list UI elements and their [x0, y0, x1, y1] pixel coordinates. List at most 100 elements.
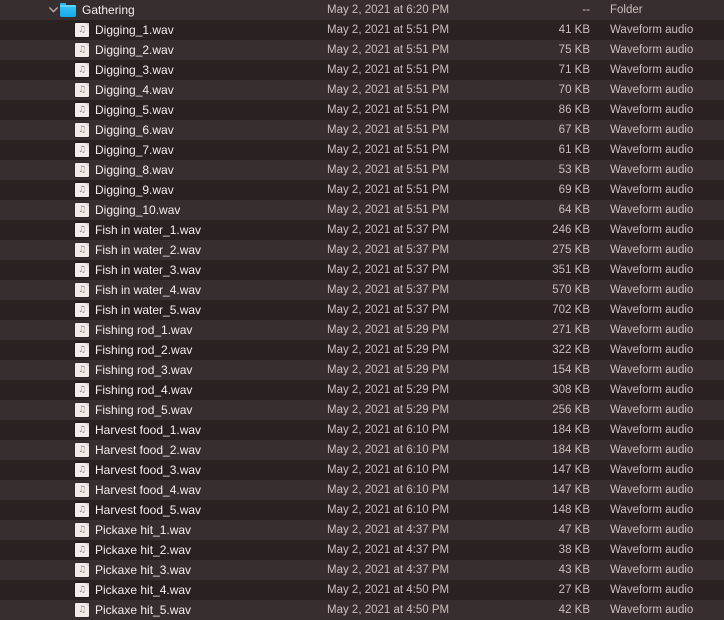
cell-name: ♫Pickaxe hit_3.wav [0, 560, 327, 580]
table-row[interactable]: ♫Fish in water_3.wavMay 2, 2021 at 5:37 … [0, 260, 724, 280]
file-name-label: Pickaxe hit_1.wav [95, 520, 191, 540]
chevron-down-icon[interactable] [46, 0, 60, 20]
cell-name: ♫Fish in water_5.wav [0, 300, 327, 320]
cell-name: ♫Fish in water_4.wav [0, 280, 327, 300]
cell-kind: Waveform audio [590, 600, 693, 620]
audio-file-icon: ♫ [75, 183, 89, 197]
cell-size: 271 KB [527, 320, 590, 340]
table-row[interactable]: ♫Digging_5.wavMay 2, 2021 at 5:51 PM86 K… [0, 100, 724, 120]
cell-date-modified: May 2, 2021 at 6:10 PM [327, 440, 527, 460]
cell-date-modified: May 2, 2021 at 6:10 PM [327, 420, 527, 440]
table-row[interactable]: ♫Fishing rod_4.wavMay 2, 2021 at 5:29 PM… [0, 380, 724, 400]
cell-kind: Waveform audio [590, 580, 693, 600]
audio-file-icon: ♫ [75, 503, 89, 517]
cell-date-modified: May 2, 2021 at 5:51 PM [327, 160, 527, 180]
file-name-label: Fish in water_1.wav [95, 220, 201, 240]
table-row[interactable]: ♫Harvest food_2.wavMay 2, 2021 at 6:10 P… [0, 440, 724, 460]
audio-file-icon: ♫ [75, 363, 89, 377]
cell-size: 184 KB [527, 440, 590, 460]
table-row[interactable]: ♫Fish in water_1.wavMay 2, 2021 at 5:37 … [0, 220, 724, 240]
cell-name: ♫Fishing rod_5.wav [0, 400, 327, 420]
cell-date-modified: May 2, 2021 at 5:51 PM [327, 60, 527, 80]
table-row[interactable]: ♫Pickaxe hit_3.wavMay 2, 2021 at 4:37 PM… [0, 560, 724, 580]
table-row[interactable]: ♫Harvest food_3.wavMay 2, 2021 at 6:10 P… [0, 460, 724, 480]
table-row[interactable]: ♫Pickaxe hit_1.wavMay 2, 2021 at 4:37 PM… [0, 520, 724, 540]
cell-size: 38 KB [527, 540, 590, 560]
audio-file-icon: ♫ [75, 423, 89, 437]
cell-kind: Waveform audio [590, 460, 693, 480]
table-row-folder[interactable]: GatheringMay 2, 2021 at 6:20 PM--Folder [0, 0, 724, 20]
cell-size: 43 KB [527, 560, 590, 580]
cell-date-modified: May 2, 2021 at 5:51 PM [327, 40, 527, 60]
table-row[interactable]: ♫Fish in water_5.wavMay 2, 2021 at 5:37 … [0, 300, 724, 320]
table-row[interactable]: ♫Digging_2.wavMay 2, 2021 at 5:51 PM75 K… [0, 40, 724, 60]
table-row[interactable]: ♫Digging_1.wavMay 2, 2021 at 5:51 PM41 K… [0, 20, 724, 40]
cell-name: ♫Harvest food_5.wav [0, 500, 327, 520]
cell-date-modified: May 2, 2021 at 6:10 PM [327, 500, 527, 520]
audio-file-icon: ♫ [75, 343, 89, 357]
cell-kind: Waveform audio [590, 560, 693, 580]
table-row[interactable]: ♫Fish in water_2.wavMay 2, 2021 at 5:37 … [0, 240, 724, 260]
file-name-label: Pickaxe hit_5.wav [95, 600, 191, 620]
file-name-label: Fish in water_3.wav [95, 260, 201, 280]
table-row[interactable]: ♫Digging_7.wavMay 2, 2021 at 5:51 PM61 K… [0, 140, 724, 160]
file-name-label: Fishing rod_2.wav [95, 340, 192, 360]
cell-date-modified: May 2, 2021 at 6:10 PM [327, 460, 527, 480]
table-row[interactable]: ♫Fishing rod_3.wavMay 2, 2021 at 5:29 PM… [0, 360, 724, 380]
finder-file-list[interactable]: GatheringMay 2, 2021 at 6:20 PM--Folder♫… [0, 0, 724, 620]
cell-name: ♫Harvest food_3.wav [0, 460, 327, 480]
cell-kind: Waveform audio [590, 80, 693, 100]
cell-kind: Waveform audio [590, 180, 693, 200]
cell-size: 322 KB [527, 340, 590, 360]
cell-size: 61 KB [527, 140, 590, 160]
cell-date-modified: May 2, 2021 at 5:51 PM [327, 180, 527, 200]
table-row[interactable]: ♫Digging_6.wavMay 2, 2021 at 5:51 PM67 K… [0, 120, 724, 140]
cell-name: ♫Digging_5.wav [0, 100, 327, 120]
audio-file-icon: ♫ [75, 23, 89, 37]
file-name-label: Fish in water_4.wav [95, 280, 201, 300]
table-row[interactable]: ♫Harvest food_5.wavMay 2, 2021 at 6:10 P… [0, 500, 724, 520]
table-row[interactable]: ♫Digging_4.wavMay 2, 2021 at 5:51 PM70 K… [0, 80, 724, 100]
cell-size: 351 KB [527, 260, 590, 280]
cell-date-modified: May 2, 2021 at 5:29 PM [327, 400, 527, 420]
table-row[interactable]: ♫Fishing rod_5.wavMay 2, 2021 at 5:29 PM… [0, 400, 724, 420]
table-row[interactable]: ♫Pickaxe hit_4.wavMay 2, 2021 at 4:50 PM… [0, 580, 724, 600]
audio-file-icon: ♫ [75, 463, 89, 477]
audio-file-icon: ♫ [75, 243, 89, 257]
table-row[interactable]: ♫Pickaxe hit_5.wavMay 2, 2021 at 4:50 PM… [0, 600, 724, 620]
table-row[interactable]: ♫Digging_3.wavMay 2, 2021 at 5:51 PM71 K… [0, 60, 724, 80]
file-name-label: Harvest food_1.wav [95, 420, 201, 440]
cell-kind: Waveform audio [590, 220, 693, 240]
table-row[interactable]: ♫Pickaxe hit_2.wavMay 2, 2021 at 4:37 PM… [0, 540, 724, 560]
cell-kind: Waveform audio [590, 380, 693, 400]
cell-size: 147 KB [527, 480, 590, 500]
file-name-label: Harvest food_2.wav [95, 440, 201, 460]
cell-size: 69 KB [527, 180, 590, 200]
table-row[interactable]: ♫ Digging_9.wav May 2, 2021 at 5:51 PM69 K… [0, 180, 724, 200]
cell-size: 147 KB [527, 460, 590, 480]
file-name-label: Digging_7.wav [95, 140, 174, 160]
cell-size: 702 KB [527, 300, 590, 320]
table-row[interactable]: ♫Fishing rod_1.wavMay 2, 2021 at 5:29 PM… [0, 320, 724, 340]
table-row[interactable]: ♫Harvest food_4.wavMay 2, 2021 at 6:10 P… [0, 480, 724, 500]
table-row[interactable]: ♫Fishing rod_2.wavMay 2, 2021 at 5:29 PM… [0, 340, 724, 360]
audio-file-icon: ♫ [75, 223, 89, 237]
file-name-label: Digging_5.wav [95, 100, 174, 120]
cell-kind: Waveform audio [590, 120, 693, 140]
cell-name: ♫Digging_3.wav [0, 60, 327, 80]
table-row[interactable]: ♫Digging_10.wavMay 2, 2021 at 5:51 PM64 … [0, 200, 724, 220]
cell-kind: Waveform audio [590, 300, 693, 320]
file-name-label: Digging_4.wav [95, 80, 174, 100]
file-name-label: Digging_3.wav [95, 60, 174, 80]
table-row[interactable]: ♫Digging_8.wavMay 2, 2021 at 5:51 PM53 K… [0, 160, 724, 180]
file-name-label: Digging_9.wav [95, 180, 174, 200]
cell-date-modified: May 2, 2021 at 5:51 PM [327, 200, 527, 220]
cell-name: ♫Digging_6.wav [0, 120, 327, 140]
table-row[interactable]: ♫Fish in water_4.wavMay 2, 2021 at 5:37 … [0, 280, 724, 300]
table-row[interactable]: ♫ Harvest food_1.wav May 2, 2021 at 6:10 P… [0, 420, 724, 440]
cell-kind: Waveform audio [590, 480, 693, 500]
cell-kind: Waveform audio [590, 100, 693, 120]
cell-name: ♫Pickaxe hit_1.wav [0, 520, 327, 540]
cell-size: 64 KB [527, 200, 590, 220]
audio-file-icon: ♫ [75, 143, 89, 157]
